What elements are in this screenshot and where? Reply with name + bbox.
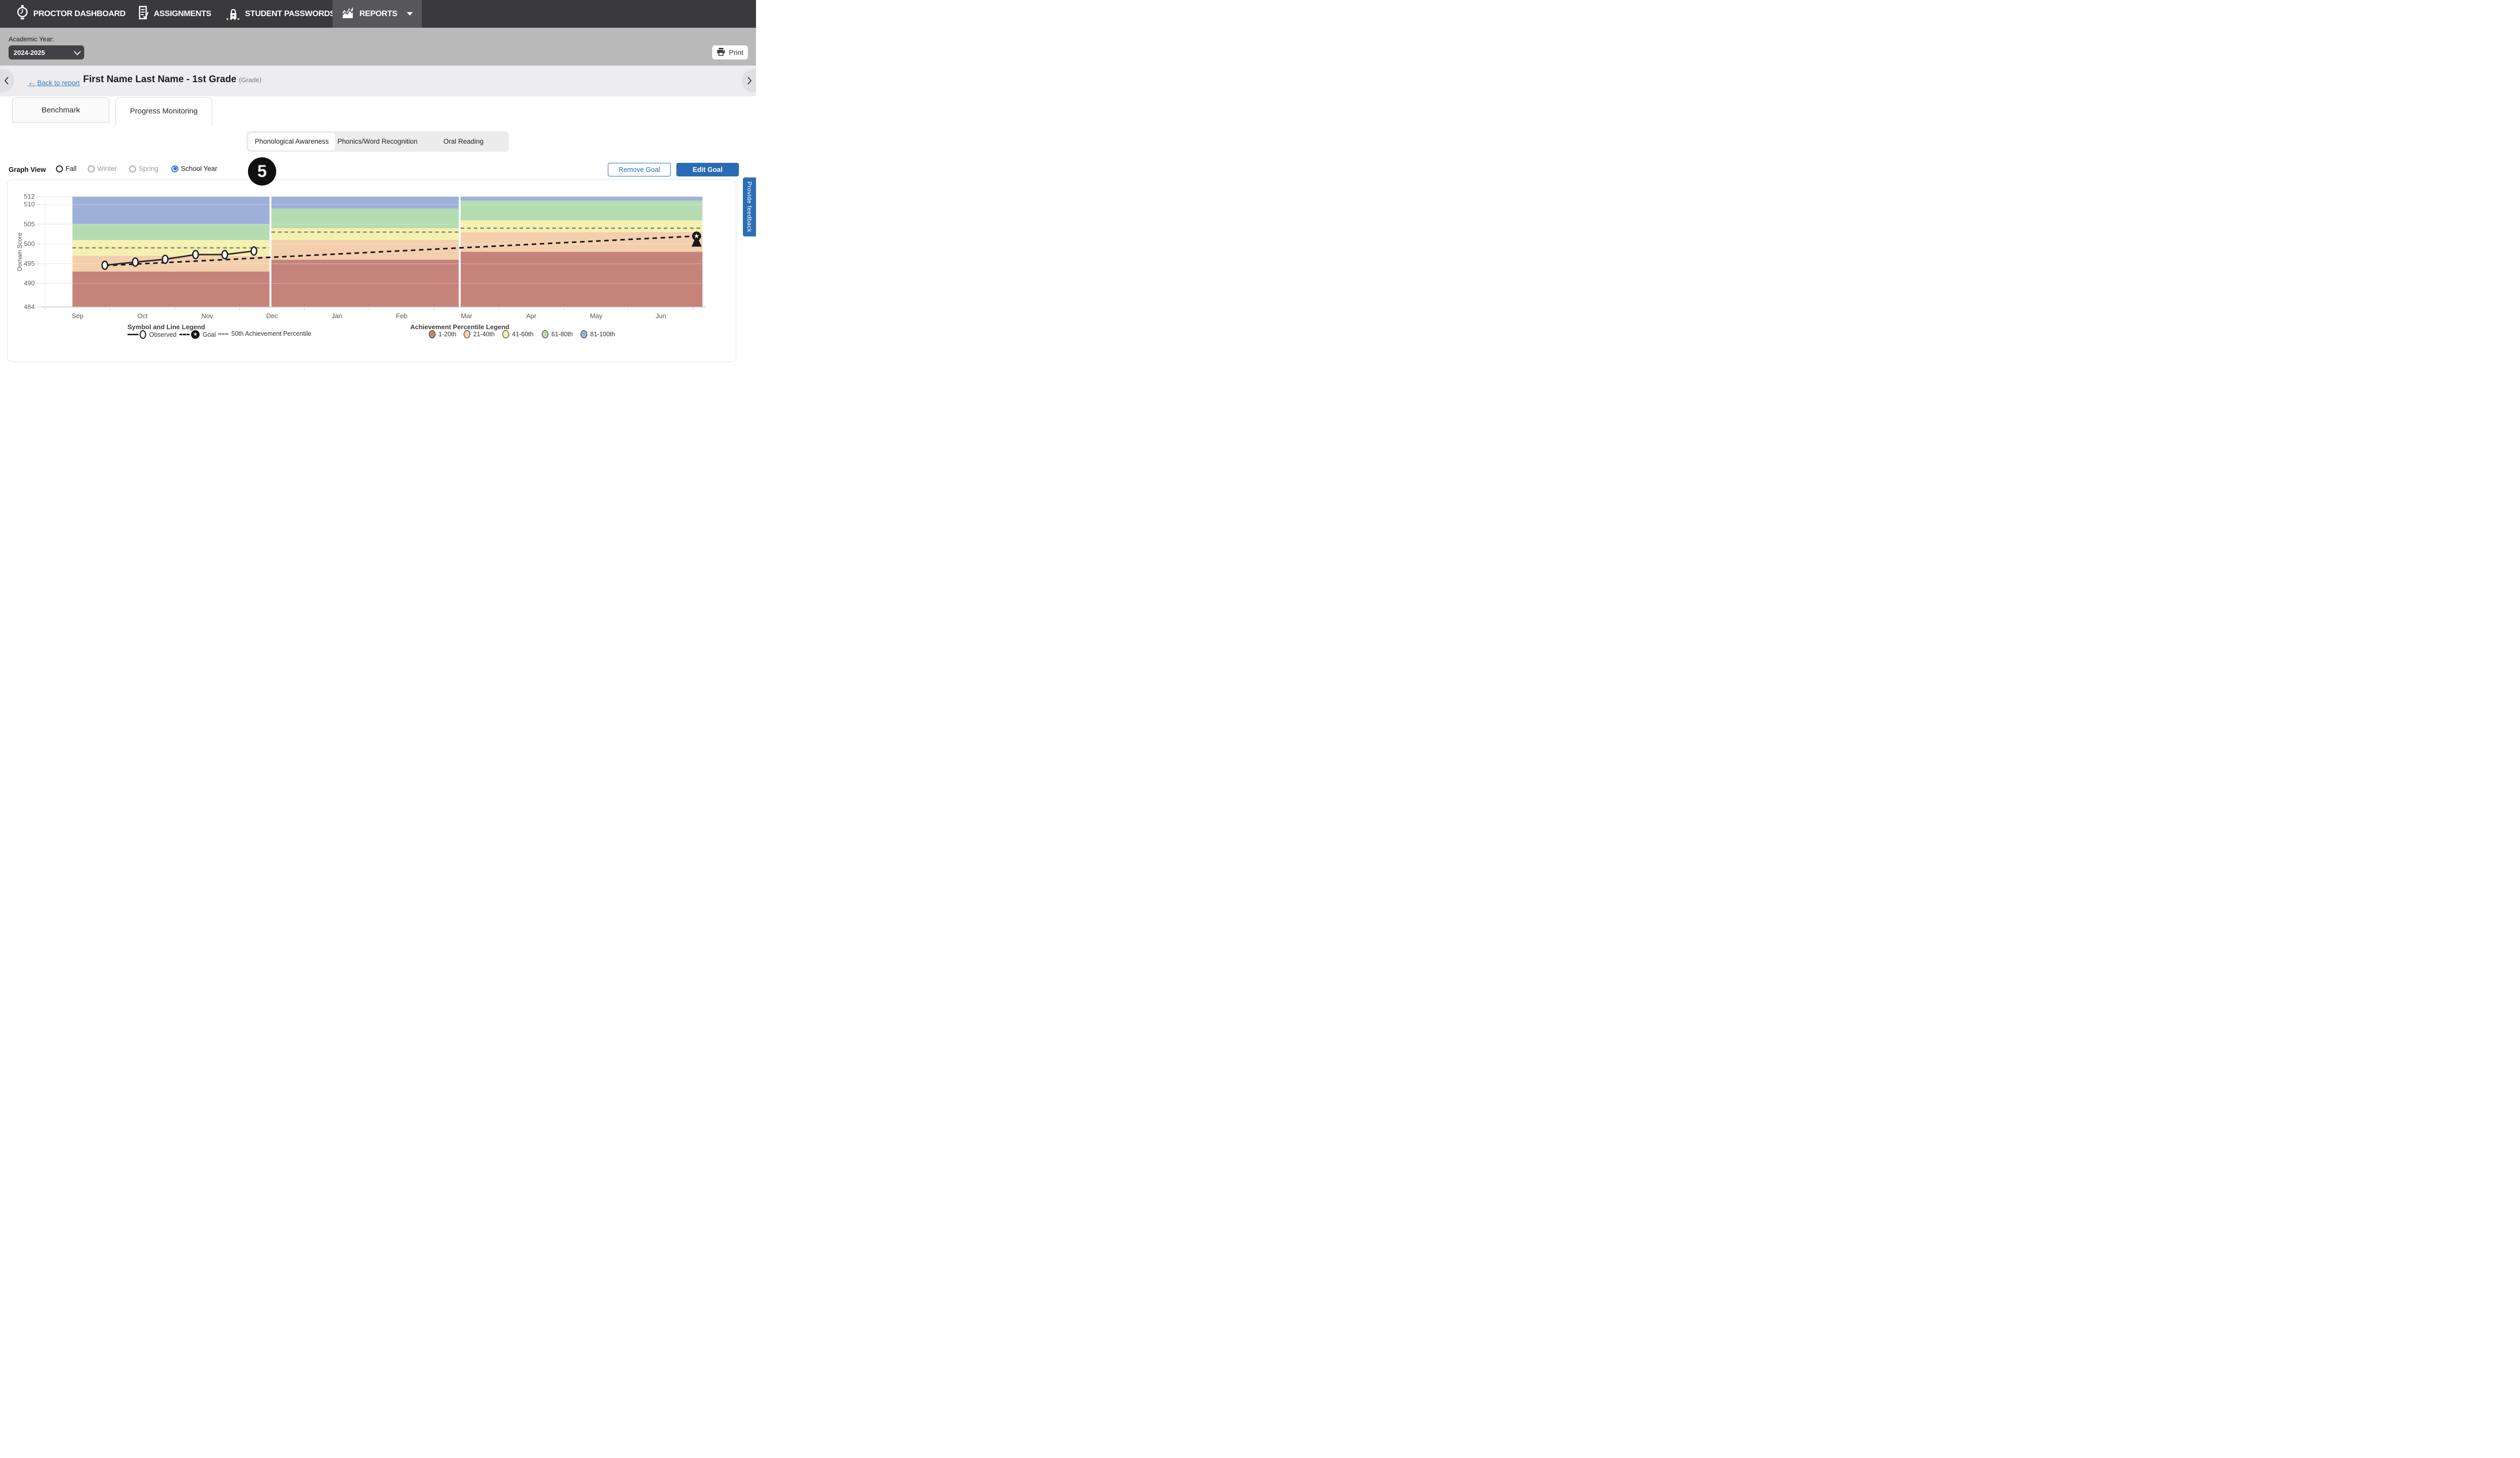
edit-goal-button[interactable]: Edit Goal	[676, 163, 739, 176]
nav-item-student-passwords[interactable]: ★★★★ STUDENT PASSWORDS	[226, 0, 335, 28]
observed-line-icon	[128, 334, 139, 335]
legend-item-61-80th: 61-80th	[542, 330, 573, 338]
subtab-phonological-awareness[interactable]: Phonological Awareness	[248, 133, 335, 150]
percentile-dot-icon	[581, 330, 587, 338]
svg-text:Feb: Feb	[396, 312, 407, 320]
symbol-legend-title: Symbol and Line Legend	[128, 323, 205, 331]
chevron-down-icon	[74, 48, 81, 55]
chevron-down-icon	[407, 12, 413, 16]
nav-item-assignments[interactable]: ASSIGNMENTS	[138, 0, 211, 28]
gauge-icon	[16, 5, 29, 23]
svg-text:500: 500	[24, 240, 35, 248]
percentile-legend-title: Achievement Percentile Legend	[410, 323, 510, 331]
nav-label: PROCTOR DASHBOARD	[33, 10, 125, 19]
grade-suffix: (Grade)	[239, 76, 262, 84]
radio-fall[interactable]: Fall	[56, 165, 77, 172]
radio-circle-icon	[56, 165, 63, 172]
percentile-dot-icon	[542, 330, 548, 338]
back-to-report-link[interactable]: ← Back to report	[28, 78, 80, 88]
legend-item-1-20th: 1-20th	[429, 330, 456, 338]
legend-item-goal: ★ Goal	[179, 330, 216, 339]
progress-monitoring-chart: 484 490 495 500 505 510512 Sep Oct Nov Dec Jan Feb M…	[7, 179, 736, 331]
nav-item-proctor-dashboard[interactable]: PROCTOR DASHBOARD	[16, 0, 125, 28]
svg-text:484: 484	[24, 303, 35, 311]
svg-text:Nov: Nov	[202, 312, 214, 320]
area-chart-icon	[342, 6, 355, 22]
legend-item-observed: Observed	[128, 330, 176, 339]
svg-text:512: 512	[24, 193, 35, 200]
academic-year-select[interactable]: 2024-2025	[9, 45, 84, 59]
tab-progress-monitoring[interactable]: Progress Monitoring	[115, 97, 212, 126]
legend-item-21-40th: 21-40th	[464, 330, 494, 338]
page-header: ← Back to report First Name Last Name - …	[0, 66, 756, 96]
svg-text:510: 510	[24, 201, 35, 208]
print-button[interactable]: Print	[712, 45, 748, 59]
svg-text:490: 490	[24, 279, 35, 287]
radio-winter: Winter	[88, 165, 117, 172]
nav-label: ASSIGNMENTS	[154, 10, 211, 19]
svg-text:Oct: Oct	[137, 312, 148, 320]
toolbar: Academic Year: 2024-2025 Print	[0, 28, 756, 66]
scroll-right-button[interactable]	[742, 69, 756, 92]
observed-point-icon	[140, 330, 146, 339]
subtab-phonics-word-recognition[interactable]: Phonics/Word Recognition	[335, 133, 420, 150]
legend-item-41-60th: 41-60th	[502, 330, 533, 338]
svg-text:Mar: Mar	[461, 312, 472, 320]
radio-circle-icon	[129, 165, 136, 172]
percentile-dot-icon	[429, 330, 435, 338]
printer-icon	[717, 48, 725, 57]
nav-item-reports[interactable]: REPORTS	[333, 0, 422, 28]
svg-text:Apr: Apr	[526, 312, 537, 320]
percentile-dot-icon	[502, 330, 509, 338]
svg-text:Dec: Dec	[266, 312, 278, 320]
goal-star-icon: ★	[191, 330, 200, 339]
percentile-line-icon	[218, 333, 228, 335]
graph-view-label: Graph View	[9, 166, 46, 173]
academic-year-label: Academic Year:	[9, 35, 54, 43]
nav-label: REPORTS	[359, 10, 397, 19]
legend-item-81-100th: 81-100th	[581, 330, 615, 338]
nav-label: STUDENT PASSWORDS	[245, 10, 335, 19]
svg-text:495: 495	[24, 260, 35, 267]
svg-text:Sep: Sep	[72, 312, 83, 320]
radio-circle-icon	[171, 165, 178, 172]
goal-line-icon	[179, 334, 190, 335]
svg-text:Jun: Jun	[656, 312, 666, 320]
svg-text:★: ★	[694, 232, 700, 240]
radio-spring: Spring	[129, 165, 158, 172]
percentile-dot-icon	[464, 330, 470, 338]
radio-school-year[interactable]: School Year	[171, 165, 217, 172]
print-label: Print	[729, 48, 743, 56]
svg-text:Jan: Jan	[332, 312, 342, 320]
page-title: First Name Last Name - 1st Grade(Grade)	[83, 74, 262, 85]
domain-subtabs: Phonological Awareness Phonics/Word Reco…	[246, 131, 509, 152]
radio-circle-icon	[88, 165, 95, 172]
step-badge: 5	[248, 157, 276, 186]
scroll-left-button[interactable]	[0, 69, 14, 92]
svg-text:505: 505	[24, 220, 35, 228]
academic-year-value: 2024-2025	[14, 49, 45, 56]
lock-stars-icon: ★★★★	[226, 9, 240, 20]
svg-text:May: May	[590, 312, 603, 320]
subtab-oral-reading[interactable]: Oral Reading	[420, 133, 507, 150]
back-arrow-icon: ←	[28, 78, 36, 88]
legend-item-50th-percentile: 50th Achievement Percentile	[218, 330, 311, 337]
svg-text:Domain Score: Domain Score	[16, 232, 23, 271]
top-nav: PROCTOR DASHBOARD ASSIGNMENTS ★★★★ STUDE…	[0, 0, 756, 28]
tab-benchmark[interactable]: Benchmark	[12, 97, 109, 123]
remove-goal-button[interactable]: Remove Goal	[608, 163, 671, 176]
clipboard-check-icon	[138, 6, 149, 22]
provide-feedback-tab[interactable]: Provide feedback	[743, 177, 756, 236]
proctor-dashboard-app: PROCTOR DASHBOARD ASSIGNMENTS ★★★★ STUDE…	[0, 0, 756, 364]
